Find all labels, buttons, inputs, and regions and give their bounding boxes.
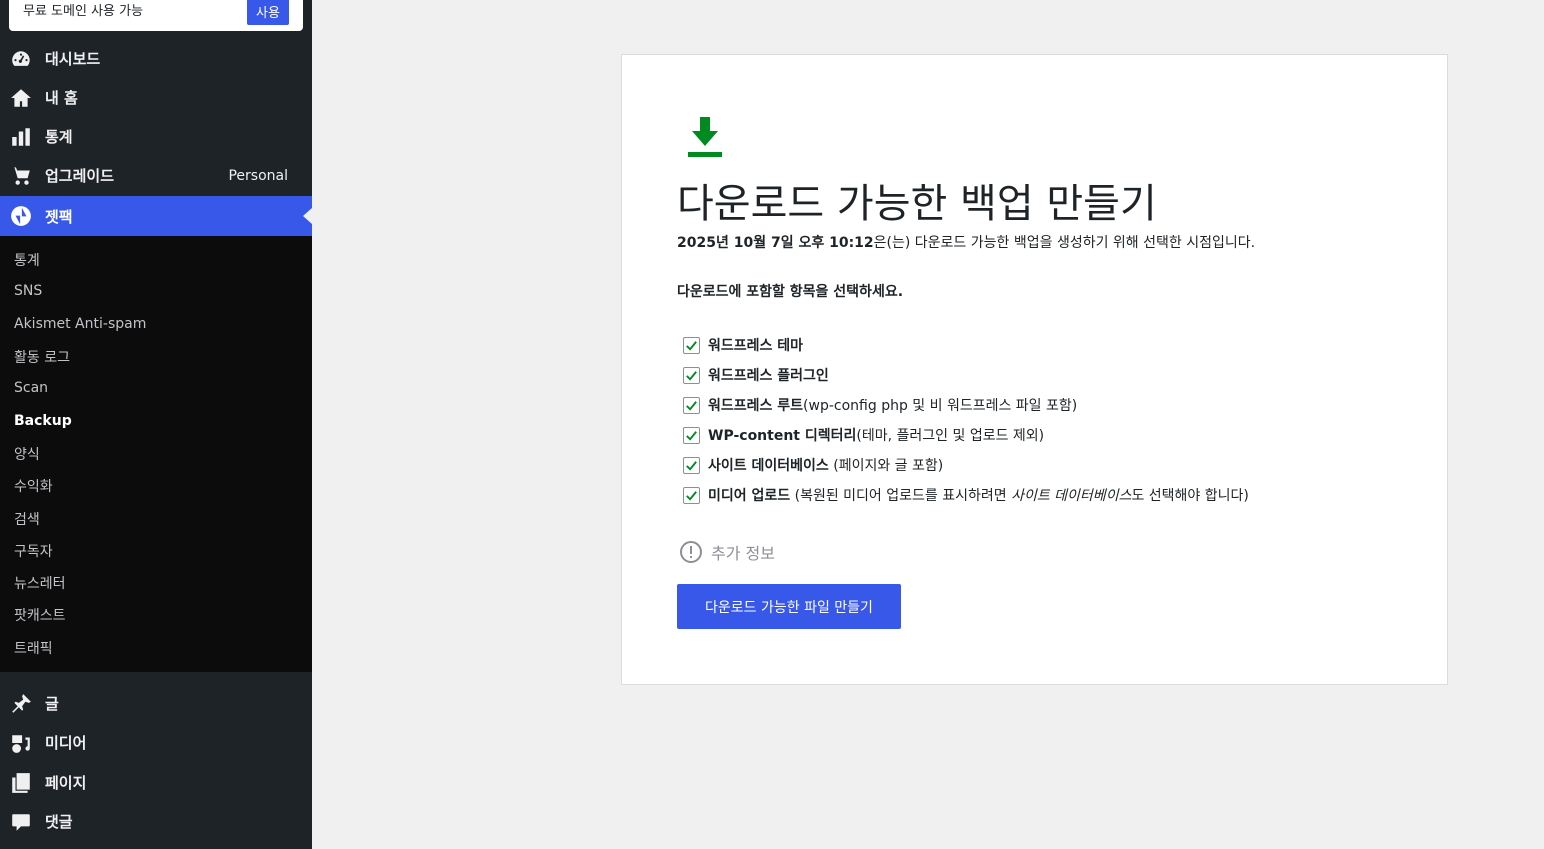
jetpack-submenu: 통계 SNS Akismet Anti-spam 활동 로그 Scan Back… — [0, 236, 312, 672]
dashboard-icon — [10, 48, 32, 70]
submenu-item-forms[interactable]: 양식 — [14, 444, 40, 464]
menu-item-comments[interactable]: 댓글 — [0, 802, 312, 841]
checkbox-checked[interactable] — [683, 336, 700, 354]
promo-use-button[interactable]: 사용 — [247, 0, 289, 25]
option-label: 워드프레스 플러그인 — [708, 368, 829, 384]
menu-label: 페이지 — [45, 774, 87, 792]
menu-item-posts[interactable]: 글 — [0, 684, 312, 723]
submenu-item-backup[interactable]: Backup — [14, 413, 72, 429]
cart-icon — [10, 165, 32, 187]
pin-icon — [10, 693, 32, 715]
menu-label: 젯팩 — [45, 207, 73, 226]
plan-label: Personal — [228, 167, 288, 184]
submenu-item-search[interactable]: 검색 — [14, 509, 40, 529]
option-description: (테마, 플러그인 및 업로드 제외) — [856, 428, 1045, 444]
comment-icon — [10, 811, 32, 833]
jetpack-icon — [10, 205, 32, 227]
menu-label: 글 — [45, 695, 59, 713]
submenu-item-subscribers[interactable]: 구독자 — [14, 541, 53, 561]
info-icon — [680, 541, 702, 563]
download-icon — [688, 117, 722, 157]
more-info-toggle[interactable]: 추가 정보 — [679, 540, 775, 564]
menu-label: 업그레이드 — [45, 167, 115, 185]
option-themes[interactable]: 워드프레스 테마 — [683, 330, 1249, 360]
option-media-uploads[interactable]: 미디어 업로드 (복원된 미디어 업로드를 표시하려면 사이트 데이터베이스 도 … — [683, 480, 1249, 510]
menu-label: 미디어 — [45, 734, 87, 752]
backup-point-text: 은(는) 다운로드 가능한 백업을 생성하기 위해 선택한 시점입니다. — [873, 235, 1256, 251]
include-options-list: 워드프레스 테마 워드프레스 플러그인 워드프레스 루트 (wp-config p… — [683, 330, 1249, 510]
option-label: 워드프레스 루트 — [708, 398, 804, 414]
option-root[interactable]: 워드프레스 루트 (wp-config php 및 비 워드프레스 파일 포함) — [683, 390, 1249, 420]
page-title: 다운로드 가능한 백업 만들기 — [677, 181, 1157, 227]
menu-item-media[interactable]: 미디어 — [0, 723, 312, 762]
option-description-end: 도 선택해야 합니다) — [1131, 488, 1249, 504]
option-description: (복원된 미디어 업로드를 표시하려면 — [790, 488, 1012, 504]
checkbox-checked[interactable] — [683, 366, 700, 384]
menu-item-upgrades[interactable]: 업그레이드 Personal — [0, 156, 312, 195]
submenu-item-traffic[interactable]: 트래픽 — [14, 638, 53, 658]
submenu-item-activity-log[interactable]: 활동 로그 — [14, 347, 70, 367]
pages-icon — [10, 772, 32, 794]
option-label: WP-content 디렉터리 — [708, 428, 857, 444]
submenu-item-podcast[interactable]: 팟캐스트 — [14, 605, 66, 625]
free-domain-promo: 무료 도메인 사용 가능 사용 — [9, 0, 303, 31]
submenu-item-akismet[interactable]: Akismet Anti-spam — [14, 316, 146, 332]
option-wp-content[interactable]: WP-content 디렉터리 (테마, 플러그인 및 업로드 제외) — [683, 420, 1249, 450]
checkbox-checked[interactable] — [683, 486, 700, 504]
checkbox-checked[interactable] — [683, 426, 700, 444]
menu-label: 대시보드 — [45, 50, 101, 68]
more-info-label: 추가 정보 — [711, 544, 775, 563]
select-items-prompt: 다운로드에 포함할 항목을 선택하세요. — [677, 284, 904, 300]
checkbox-checked[interactable] — [683, 396, 700, 414]
option-label: 워드프레스 테마 — [708, 338, 804, 354]
option-label: 미디어 업로드 — [708, 488, 791, 504]
submenu-item-monetize[interactable]: 수익화 — [14, 476, 53, 496]
backup-date: 2025년 10월 7일 오후 10:12 — [677, 235, 874, 251]
option-database[interactable]: 사이트 데이터베이스 (페이지와 글 포함) — [683, 450, 1249, 480]
option-description: (페이지와 글 포함) — [828, 458, 944, 474]
menu-item-jetpack[interactable]: 젯팩 — [0, 196, 312, 236]
menu-item-dashboard[interactable]: 대시보드 — [0, 39, 312, 78]
bar-chart-icon — [10, 126, 32, 148]
media-icon — [10, 732, 32, 754]
menu-item-stats[interactable]: 통계 — [0, 117, 312, 156]
checkbox-checked[interactable] — [683, 456, 700, 474]
menu-item-pages[interactable]: 페이지 — [0, 763, 312, 802]
submenu-item-scan[interactable]: Scan — [14, 380, 48, 396]
option-description: (wp-config php 및 비 워드프레스 파일 포함) — [803, 398, 1078, 414]
menu-label: 댓글 — [45, 813, 73, 831]
option-description-emphasis: 사이트 데이터베이스 — [1011, 488, 1132, 504]
submenu-item-newsletter[interactable]: 뉴스레터 — [14, 573, 66, 593]
backup-point-description: 2025년 10월 7일 오후 10:12은(는) 다운로드 가능한 백업을 생… — [677, 232, 1255, 252]
promo-text: 무료 도메인 사용 가능 — [23, 4, 144, 19]
create-downloadable-file-button[interactable]: 다운로드 가능한 파일 만들기 — [677, 584, 901, 629]
submenu-item-sns[interactable]: SNS — [14, 283, 42, 299]
active-indicator — [303, 208, 312, 224]
home-icon — [10, 87, 32, 109]
menu-item-home[interactable]: 내 홈 — [0, 78, 312, 117]
menu-label: 통계 — [45, 128, 73, 146]
option-plugins[interactable]: 워드프레스 플러그인 — [683, 360, 1249, 390]
menu-label: 내 홈 — [45, 89, 78, 107]
submenu-item-stats[interactable]: 통계 — [14, 250, 40, 270]
admin-sidebar: 무료 도메인 사용 가능 사용 대시보드 내 홈 통계 업그레이드 Person… — [0, 0, 312, 849]
backup-panel: 다운로드 가능한 백업 만들기 2025년 10월 7일 오후 10:12은(는… — [621, 54, 1448, 685]
option-label: 사이트 데이터베이스 — [708, 458, 829, 474]
